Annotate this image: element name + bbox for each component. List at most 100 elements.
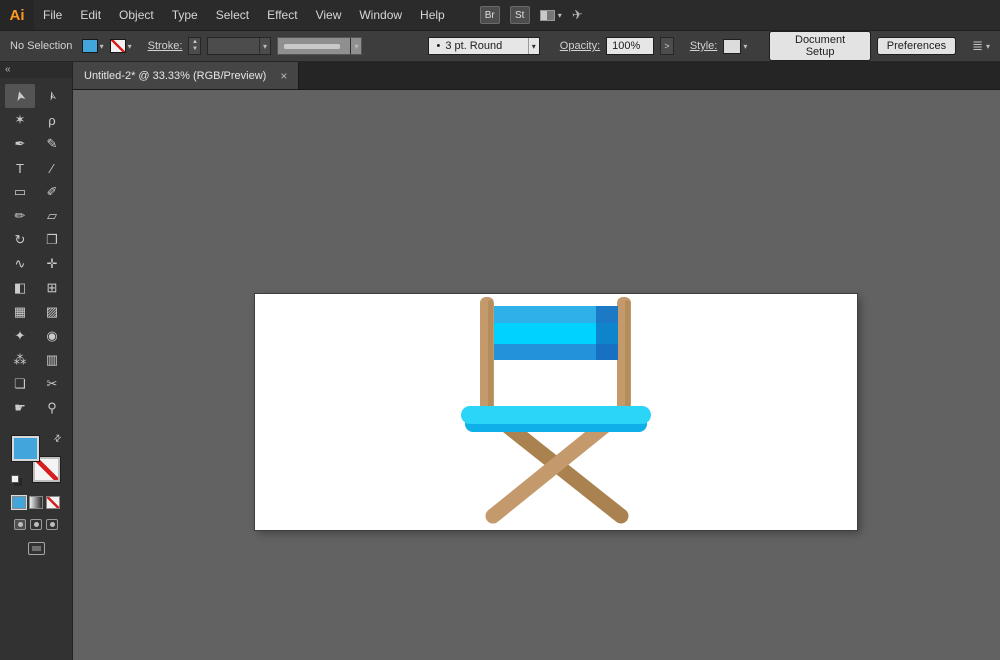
magic-wand-tool[interactable]: ✶ (5, 108, 35, 132)
opacity-value: 100% (612, 40, 641, 52)
artboard-tool[interactable]: ❏ (5, 372, 35, 396)
lasso-tool[interactable]: ρ (37, 108, 67, 132)
default-fill-stroke-icon[interactable] (11, 475, 19, 483)
chair-legs[interactable] (485, 416, 629, 524)
symbol-sprayer-tool[interactable]: ⁂ (5, 348, 35, 372)
chair-seat[interactable] (461, 406, 651, 432)
variable-width-profile-dropdown[interactable]: ▾ (277, 37, 363, 55)
direct-selection-tool[interactable]: ➣ (37, 84, 67, 108)
perspective-grid-tool[interactable]: ⊞ (37, 276, 67, 300)
stroke-color-dropdown[interactable]: ▾ (109, 39, 132, 53)
none-mode-button[interactable] (46, 496, 60, 509)
width-profile-preview (284, 43, 341, 49)
menu-view[interactable]: View (307, 0, 351, 30)
menu-effect[interactable]: Effect (258, 0, 306, 30)
rotate-tool[interactable]: ↻ (5, 228, 35, 252)
menu-select[interactable]: Select (207, 0, 258, 30)
gradient-tool[interactable]: ▨ (37, 300, 67, 324)
eyedropper-tool[interactable]: ✦ (5, 324, 35, 348)
type-tool[interactable]: T (5, 156, 35, 180)
selection-tool-icon: ➤ (10, 88, 29, 104)
draw-normal-button[interactable] (14, 519, 26, 530)
app-logo[interactable]: Ai (0, 0, 34, 30)
pencil-tool[interactable]: ✏ (5, 204, 35, 228)
tools-grid: ➤ ➣ ✶ ρ ✒ ✎ T ∕ ▭ ✐ ✏ ▱ ↻ ❐ ∿ ✛ ◧ ⊞ ▦ ▨ (5, 84, 67, 420)
menu-edit[interactable]: Edit (71, 0, 110, 30)
selection-status: No Selection (10, 40, 73, 52)
rectangle-tool[interactable]: ▭ (5, 180, 35, 204)
shape-builder-tool[interactable]: ◧ (5, 276, 35, 300)
scale-tool[interactable]: ❐ (37, 228, 67, 252)
menu-type[interactable]: Type (163, 0, 207, 30)
draw-behind-button[interactable] (30, 519, 42, 530)
gradient-mode-button[interactable] (29, 496, 43, 509)
tools-panel: « ➤ ➣ ✶ ρ ✒ ✎ T ∕ ▭ ✐ ✏ ▱ ↻ ❐ ∿ ✛ ◧ ⊞ ▦ (0, 62, 73, 660)
canvas[interactable] (73, 90, 1000, 660)
share-icon[interactable]: ✈ (571, 6, 584, 23)
preferences-button[interactable]: Preferences (876, 37, 957, 55)
workspace-switcher[interactable]: ▾ (539, 9, 562, 21)
seat-top[interactable] (461, 406, 651, 424)
slice-tool[interactable]: ✂ (37, 372, 67, 396)
bridge-button[interactable]: Br (479, 6, 500, 24)
opacity-expand-button[interactable]: > (659, 37, 674, 55)
menubar-right-cluster: Br St ▾ ✈ (479, 6, 584, 24)
width-tool[interactable]: ∿ (5, 252, 35, 276)
graphic-style-swatch (723, 38, 742, 54)
menu-file[interactable]: File (34, 0, 71, 30)
graphic-style-dropdown[interactable]: ▾ (723, 38, 747, 54)
chair-left-post-shade (488, 300, 493, 419)
hand-tool[interactable]: ☛ (5, 396, 35, 420)
document-setup-button[interactable]: Document Setup (769, 31, 871, 61)
menu-window[interactable]: Window (350, 0, 411, 30)
fill-color-swatch[interactable] (81, 39, 98, 53)
chair-back-leg[interactable] (497, 416, 629, 524)
stepper-down-icon[interactable]: ▼ (192, 46, 198, 53)
blend-tool[interactable]: ◉ (37, 324, 67, 348)
chevron-down-icon: ▾ (99, 41, 104, 51)
opacity-input[interactable]: 100% (606, 37, 654, 55)
none-slash-icon (47, 497, 59, 508)
stroke-weight-dropdown[interactable]: ▾ (207, 37, 272, 55)
screen-mode-button[interactable] (27, 542, 45, 555)
draw-inside-button[interactable] (46, 519, 58, 530)
stroke-label[interactable]: Stroke: (148, 40, 183, 52)
selection-tool[interactable]: ➤ (5, 84, 35, 108)
brush-definition-value: 3 pt. Round (445, 40, 503, 52)
document-tab[interactable]: Untitled-2* @ 33.33% (RGB/Preview) × (73, 62, 300, 89)
style-label[interactable]: Style: (690, 40, 718, 52)
eraser-tool[interactable]: ▱ (37, 204, 67, 228)
fill-color-dropdown[interactable]: ▾ (81, 39, 104, 53)
fill-swatch[interactable] (11, 435, 40, 462)
tools-panel-collapse-button[interactable]: « (0, 62, 72, 78)
chevron-down-icon: ▾ (127, 41, 132, 51)
column-graph-tool[interactable]: ▥ (37, 348, 67, 372)
menu-help[interactable]: Help (411, 0, 454, 30)
menu-object[interactable]: Object (110, 0, 163, 30)
mesh-tool[interactable]: ▦ (5, 300, 35, 324)
line-segment-tool[interactable]: ∕ (37, 156, 67, 180)
close-icon[interactable]: × (280, 69, 287, 83)
control-bar: No Selection ▾ ▾ Stroke: ▲ ▼ ▾ ▾ • 3 pt.… (0, 30, 1000, 62)
backrest-shadow-band (596, 306, 618, 360)
chair-right-post-shade (625, 300, 630, 419)
chair-front-leg[interactable] (485, 416, 615, 524)
stock-button[interactable]: St (509, 6, 530, 24)
align-options[interactable]: ≣ ▾ (972, 38, 990, 54)
zoom-tool[interactable]: ⚲ (37, 396, 67, 420)
color-mode-button[interactable] (11, 495, 27, 510)
pen-tool[interactable]: ✒ (5, 132, 35, 156)
chair-backrest[interactable] (494, 306, 618, 360)
free-transform-tool[interactable]: ✛ (37, 252, 67, 276)
stepper-up-icon[interactable]: ▲ (192, 39, 198, 46)
draw-mode-buttons (14, 519, 58, 530)
stroke-color-swatch[interactable] (109, 39, 126, 53)
swap-fill-stroke-icon[interactable]: ⇄ (52, 432, 65, 445)
paintbrush-tool[interactable]: ✐ (37, 180, 67, 204)
opacity-label[interactable]: Opacity: (560, 40, 600, 52)
stroke-weight-stepper[interactable]: ▲ ▼ (188, 37, 202, 55)
artboard[interactable] (255, 294, 857, 530)
director-chair-artwork[interactable] (255, 294, 857, 530)
curvature-tool[interactable]: ✎ (37, 132, 67, 156)
brush-definition-dropdown[interactable]: • 3 pt. Round ▾ (428, 37, 540, 55)
